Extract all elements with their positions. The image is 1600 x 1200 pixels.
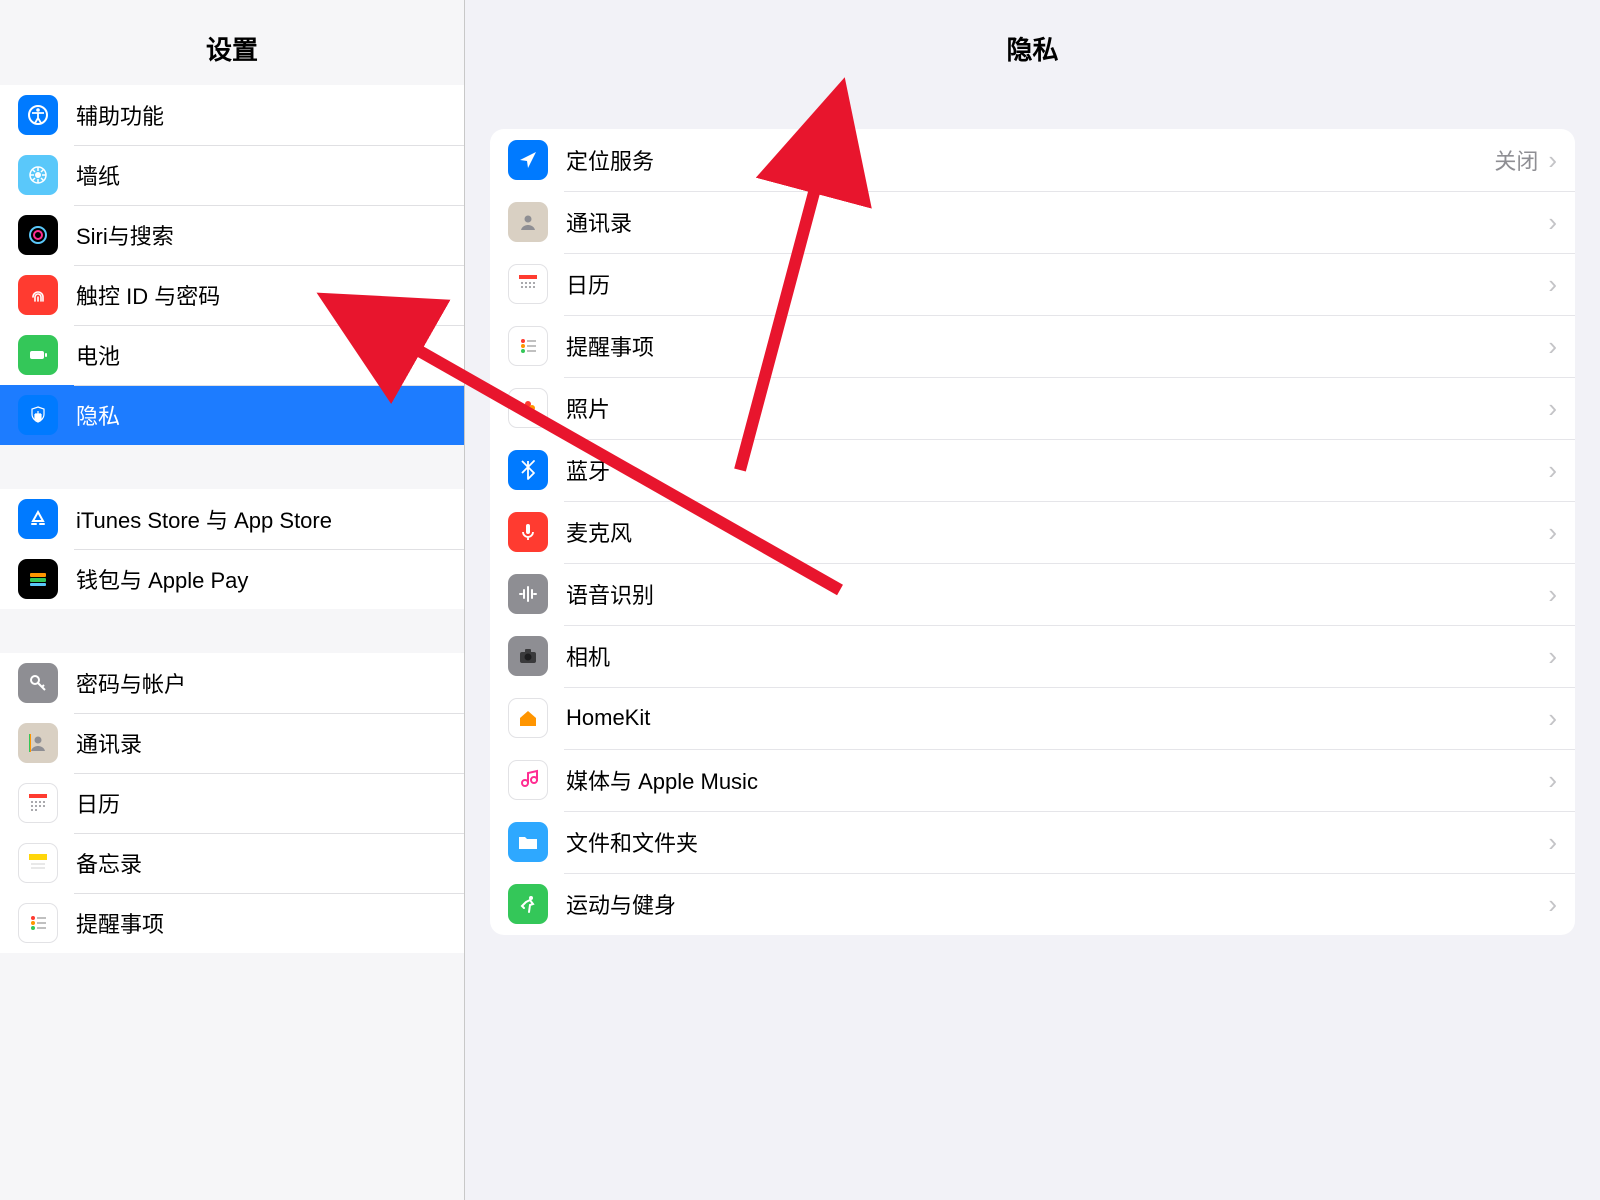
- sidebar-item-label: 日历: [76, 787, 120, 819]
- privacy-item-label: 媒体与 Apple Music: [566, 764, 1538, 796]
- privacy-list: 定位服务 关闭 › 通讯录 › 日历 › 提醒事项 › 照片 › 蓝牙 ›: [490, 129, 1575, 935]
- privacy-item-label: 通讯录: [566, 206, 1538, 238]
- calendar-app-icon: [18, 783, 58, 823]
- sidebar-item-notes[interactable]: 备忘录: [0, 833, 464, 893]
- chevron-right-icon: ›: [1548, 145, 1557, 176]
- music-icon: [508, 760, 548, 800]
- privacy-item-contacts[interactable]: 通讯录 ›: [490, 191, 1575, 253]
- chevron-right-icon: ›: [1548, 393, 1557, 424]
- reminders-icon: [508, 326, 548, 366]
- privacy-item-label: 相机: [566, 640, 1538, 672]
- location-icon: [508, 140, 548, 180]
- sidebar-title: 设置: [0, 0, 464, 85]
- sidebar-item-label: 墙纸: [76, 159, 120, 191]
- sidebar-item-contacts[interactable]: 通讯录: [0, 713, 464, 773]
- chevron-right-icon: ›: [1548, 207, 1557, 238]
- wallpaper-icon: [18, 155, 58, 195]
- siri-icon: [18, 215, 58, 255]
- sidebar-item-label: 提醒事项: [76, 907, 164, 939]
- photos-icon: [508, 388, 548, 428]
- privacy-item-camera[interactable]: 相机 ›: [490, 625, 1575, 687]
- privacy-item-photos[interactable]: 照片 ›: [490, 377, 1575, 439]
- bluetooth-icon: [508, 450, 548, 490]
- privacy-item-microphone[interactable]: 麦克风 ›: [490, 501, 1575, 563]
- privacy-item-homekit[interactable]: HomeKit ›: [490, 687, 1575, 749]
- chevron-right-icon: ›: [1548, 579, 1557, 610]
- touch-id-icon: [18, 275, 58, 315]
- detail-title: 隐私: [465, 0, 1600, 85]
- privacy-item-label: 文件和文件夹: [566, 826, 1538, 858]
- chevron-right-icon: ›: [1548, 331, 1557, 362]
- privacy-item-label: 麦克风: [566, 516, 1538, 548]
- privacy-item-reminders[interactable]: 提醒事项 ›: [490, 315, 1575, 377]
- wallet-icon: [18, 559, 58, 599]
- notes-app-icon: [18, 843, 58, 883]
- sidebar-item-reminders[interactable]: 提醒事项: [0, 893, 464, 953]
- sidebar-item-label: Siri与搜索: [76, 219, 174, 251]
- sidebar-item-battery[interactable]: 电池: [0, 325, 464, 385]
- privacy-item-label: HomeKit: [566, 705, 1538, 731]
- microphone-icon: [508, 512, 548, 552]
- privacy-item-label: 语音识别: [566, 578, 1538, 610]
- sidebar-item-label: 密码与帐户: [76, 667, 186, 699]
- key-icon: [18, 663, 58, 703]
- sidebar-item-wallet[interactable]: 钱包与 Apple Pay: [0, 549, 464, 609]
- privacy-item-files[interactable]: 文件和文件夹 ›: [490, 811, 1575, 873]
- chevron-right-icon: ›: [1548, 269, 1557, 300]
- sidebar-item-label: 隐私: [76, 399, 120, 431]
- privacy-item-bluetooth[interactable]: 蓝牙 ›: [490, 439, 1575, 501]
- privacy-item-speech[interactable]: 语音识别 ›: [490, 563, 1575, 625]
- sidebar-item-siri[interactable]: Siri与搜索: [0, 205, 464, 265]
- sidebar-item-label: 钱包与 Apple Pay: [76, 563, 248, 595]
- app-store-icon: [18, 499, 58, 539]
- sidebar-item-label: 通讯录: [76, 727, 142, 759]
- sidebar-item-label: 触控 ID 与密码: [76, 279, 220, 311]
- sidebar-item-label: 电池: [76, 339, 120, 371]
- settings-sidebar: 设置 辅助功能 墙纸 Siri与搜索 触控 ID 与密码 电池 隐私: [0, 0, 465, 1200]
- sidebar-item-appstore[interactable]: iTunes Store 与 App Store: [0, 489, 464, 549]
- privacy-item-label: 运动与健身: [566, 888, 1538, 920]
- privacy-item-calendar[interactable]: 日历 ›: [490, 253, 1575, 315]
- privacy-item-label: 提醒事项: [566, 330, 1538, 362]
- sidebar-item-calendar[interactable]: 日历: [0, 773, 464, 833]
- sidebar-item-label: 辅助功能: [76, 99, 164, 131]
- privacy-item-label: 照片: [566, 392, 1538, 424]
- sidebar-item-label: 备忘录: [76, 847, 142, 879]
- sidebar-item-accessibility[interactable]: 辅助功能: [0, 85, 464, 145]
- sidebar-item-privacy[interactable]: 隐私: [0, 385, 464, 445]
- chevron-right-icon: ›: [1548, 827, 1557, 858]
- contacts-icon: [508, 202, 548, 242]
- privacy-item-location[interactable]: 定位服务 关闭 ›: [490, 129, 1575, 191]
- privacy-item-label: 蓝牙: [566, 454, 1538, 486]
- calendar-icon: [508, 264, 548, 304]
- reminders-app-icon: [18, 903, 58, 943]
- battery-menu-icon: [18, 335, 58, 375]
- privacy-item-fitness[interactable]: 运动与健身 ›: [490, 873, 1575, 935]
- accessibility-icon: [18, 95, 58, 135]
- chevron-right-icon: ›: [1548, 765, 1557, 796]
- privacy-item-value: 关闭: [1494, 144, 1538, 176]
- fitness-icon: [508, 884, 548, 924]
- sidebar-item-touchid[interactable]: 触控 ID 与密码: [0, 265, 464, 325]
- detail-pane: 隐私 定位服务 关闭 › 通讯录 › 日历 › 提醒事项 › 照片 ›: [465, 0, 1600, 1200]
- folder-icon: [508, 822, 548, 862]
- chevron-right-icon: ›: [1548, 517, 1557, 548]
- contacts-app-icon: [18, 723, 58, 763]
- privacy-icon: [18, 395, 58, 435]
- privacy-item-label: 定位服务: [566, 144, 1494, 176]
- privacy-item-media[interactable]: 媒体与 Apple Music ›: [490, 749, 1575, 811]
- homekit-icon: [508, 698, 548, 738]
- sidebar-item-label: iTunes Store 与 App Store: [76, 503, 332, 535]
- speech-icon: [508, 574, 548, 614]
- sidebar-item-wallpaper[interactable]: 墙纸: [0, 145, 464, 205]
- sidebar-item-passwords[interactable]: 密码与帐户: [0, 653, 464, 713]
- camera-icon: [508, 636, 548, 676]
- chevron-right-icon: ›: [1548, 455, 1557, 486]
- privacy-item-label: 日历: [566, 268, 1538, 300]
- chevron-right-icon: ›: [1548, 703, 1557, 734]
- chevron-right-icon: ›: [1548, 641, 1557, 672]
- chevron-right-icon: ›: [1548, 889, 1557, 920]
